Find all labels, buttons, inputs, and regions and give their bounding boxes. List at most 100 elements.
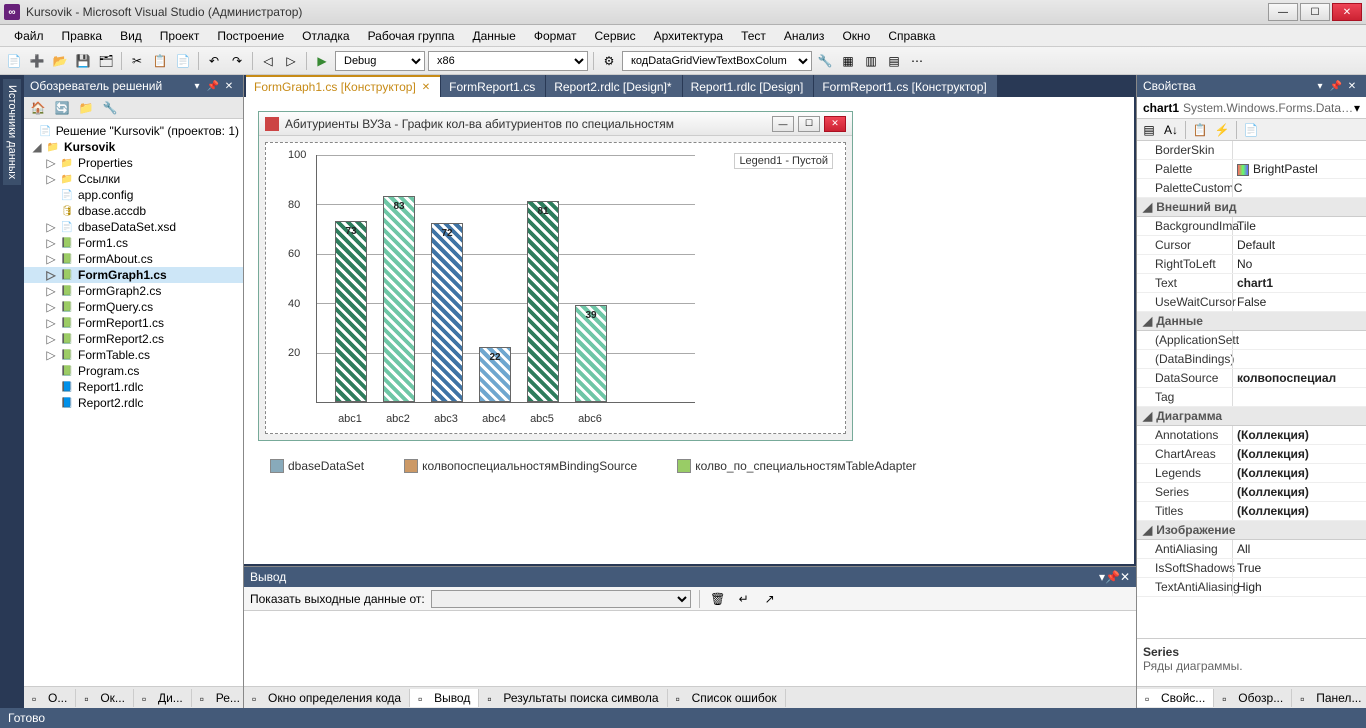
tree-item[interactable]: 📘Report2.rdlc (24, 395, 243, 411)
undo-icon[interactable]: ↶ (204, 51, 224, 71)
chevron-icon[interactable]: ◢ (32, 140, 42, 154)
property-row[interactable]: PaletteCustomC (1137, 179, 1366, 198)
property-value[interactable] (1232, 179, 1366, 197)
solution-tree[interactable]: 📄Решение "Kursovik" (проектов: 1)◢📁Kurso… (24, 119, 243, 686)
prop-categorized-icon[interactable]: ▤ (1139, 120, 1159, 140)
document-tab[interactable]: FormReport1.cs (441, 75, 545, 97)
property-row[interactable]: Series(Коллекция) (1137, 483, 1366, 502)
tree-item[interactable]: ▷📗FormGraph2.cs (24, 283, 243, 299)
menu-файл[interactable]: Файл (6, 27, 52, 45)
data-sources-tab[interactable]: Источники данных (3, 79, 21, 185)
panel-tab[interactable]: ▫Вывод (410, 689, 479, 707)
menu-построение[interactable]: Построение (209, 27, 292, 45)
form-designer-surface[interactable]: Абитуриенты ВУЗа - График кол-ва абитури… (244, 97, 1134, 564)
panel-close-icon[interactable]: ✕ (221, 78, 237, 94)
property-value[interactable] (1232, 350, 1366, 368)
tree-item[interactable]: ▷📗FormReport1.cs (24, 315, 243, 331)
property-row[interactable]: DataSourceколвопоспециал (1137, 369, 1366, 388)
property-category[interactable]: ◢Внешний вид (1137, 198, 1366, 217)
property-value[interactable] (1232, 388, 1366, 406)
property-value[interactable]: (Коллекция) (1232, 464, 1366, 482)
property-value[interactable]: (Коллекция) (1232, 445, 1366, 463)
document-tab[interactable]: Report1.rdlc [Design] (683, 75, 814, 97)
output-source-combo[interactable] (431, 590, 691, 608)
save-icon[interactable]: 💾 (73, 51, 93, 71)
prop-pages-icon[interactable]: 📄 (1241, 120, 1261, 140)
panel-tab[interactable]: ▫Ре... (192, 689, 249, 707)
more-icon[interactable]: ⋯ (907, 51, 927, 71)
sol-properties-icon[interactable]: 🔧 (100, 98, 120, 118)
menu-данные[interactable]: Данные (464, 27, 523, 45)
tree-item[interactable]: ▷📁Properties (24, 155, 243, 171)
menu-архитектура[interactable]: Архитектура (646, 27, 732, 45)
property-row[interactable]: Tag (1137, 388, 1366, 407)
prop-props-icon[interactable]: 📋 (1190, 120, 1210, 140)
collapse-icon[interactable]: ◢ (1143, 409, 1152, 423)
chevron-icon[interactable]: ▷ (46, 172, 56, 186)
property-value[interactable]: (Коллекция) (1232, 426, 1366, 444)
tree-item[interactable]: 🛢dbase.accdb (24, 203, 243, 219)
property-value[interactable]: Tile (1232, 217, 1366, 235)
nav-back-icon[interactable]: ◁ (258, 51, 278, 71)
align-icon[interactable]: ▥ (861, 51, 881, 71)
new-project-icon[interactable]: 📄 (4, 51, 24, 71)
property-value[interactable]: BrightPastel (1232, 160, 1366, 178)
form-close-button[interactable]: ✕ (824, 116, 846, 132)
add-item-icon[interactable]: ➕ (27, 51, 47, 71)
prop-alpha-icon[interactable]: A↓ (1161, 120, 1181, 140)
chevron-icon[interactable]: ▷ (46, 316, 56, 330)
property-row[interactable]: PaletteBrightPastel (1137, 160, 1366, 179)
property-row[interactable]: CursorDefault (1137, 236, 1366, 255)
tree-item[interactable]: ▷📗Form1.cs (24, 235, 243, 251)
prop-dropdown-icon[interactable]: ▾ (1312, 78, 1328, 94)
toolbox-icon[interactable]: 🔧 (815, 51, 835, 71)
collapse-icon[interactable]: ◢ (1143, 200, 1152, 214)
document-tab[interactable]: Report2.rdlc [Design]* (546, 75, 681, 97)
tree-item[interactable]: ▷📗FormTable.cs (24, 347, 243, 363)
panel-tab[interactable]: ▫Свойс... (1137, 689, 1214, 707)
tree-item[interactable]: ▷📄dbaseDataSet.xsd (24, 219, 243, 235)
property-value[interactable]: True (1232, 559, 1366, 577)
document-tab[interactable]: FormReport1.cs [Конструктор] (814, 75, 996, 97)
collapse-icon[interactable]: ◢ (1143, 314, 1152, 328)
chevron-icon[interactable]: ▷ (46, 300, 56, 314)
property-row[interactable]: BackgroundImaTile (1137, 217, 1366, 236)
output-wrap-icon[interactable]: ↵ (734, 589, 754, 609)
tree-item[interactable]: ▷📗FormAbout.cs (24, 251, 243, 267)
sol-showall-icon[interactable]: 📁 (76, 98, 96, 118)
chevron-icon[interactable]: ▷ (46, 156, 56, 170)
property-value[interactable]: False (1232, 293, 1366, 311)
property-value[interactable] (1232, 331, 1366, 349)
property-row[interactable]: Legends(Коллекция) (1137, 464, 1366, 483)
menu-вид[interactable]: Вид (112, 27, 150, 45)
prop-close-icon[interactable]: ✕ (1344, 78, 1360, 94)
property-value[interactable]: chart1 (1232, 274, 1366, 292)
prop-events-icon[interactable]: ⚡ (1212, 120, 1232, 140)
start-debug-icon[interactable]: ▶ (312, 51, 332, 71)
nav-fwd-icon[interactable]: ▷ (281, 51, 301, 71)
tree-item[interactable]: ▷📁Ссылки (24, 171, 243, 187)
property-category[interactable]: ◢Изображение (1137, 521, 1366, 540)
redo-icon[interactable]: ↷ (227, 51, 247, 71)
menu-анализ[interactable]: Анализ (776, 27, 833, 45)
menu-окно[interactable]: Окно (834, 27, 878, 45)
collapse-icon[interactable]: ◢ (1143, 523, 1152, 537)
property-value[interactable]: колвопоспециал (1232, 369, 1366, 387)
menu-правка[interactable]: Правка (54, 27, 111, 45)
property-category[interactable]: ◢Данные (1137, 312, 1366, 331)
property-row[interactable]: Annotations(Коллекция) (1137, 426, 1366, 445)
form-minimize-button[interactable]: — (772, 116, 794, 132)
platform-combo[interactable]: x86 (428, 51, 588, 71)
property-row[interactable]: BorderSkin (1137, 141, 1366, 160)
find-combo[interactable]: кодDataGridViewTextBoxColum (622, 51, 812, 71)
property-row[interactable]: (DataBindings) (1137, 350, 1366, 369)
output-goto-icon[interactable]: ↗ (760, 589, 780, 609)
property-category[interactable]: ◢Диаграмма (1137, 407, 1366, 426)
sol-refresh-icon[interactable]: 🔄 (52, 98, 72, 118)
layout-icon[interactable]: ▦ (838, 51, 858, 71)
tree-item[interactable]: 📄Решение "Kursovik" (проектов: 1) (24, 123, 243, 139)
property-row[interactable]: TextAntiAliasingHigh (1137, 578, 1366, 597)
chevron-icon[interactable]: ▷ (46, 268, 56, 282)
tray-component[interactable]: колвопоспециальностямBindingSource (404, 459, 637, 473)
chart-control[interactable]: Legend1 - Пустой 738372228139 2040608010… (265, 142, 846, 434)
